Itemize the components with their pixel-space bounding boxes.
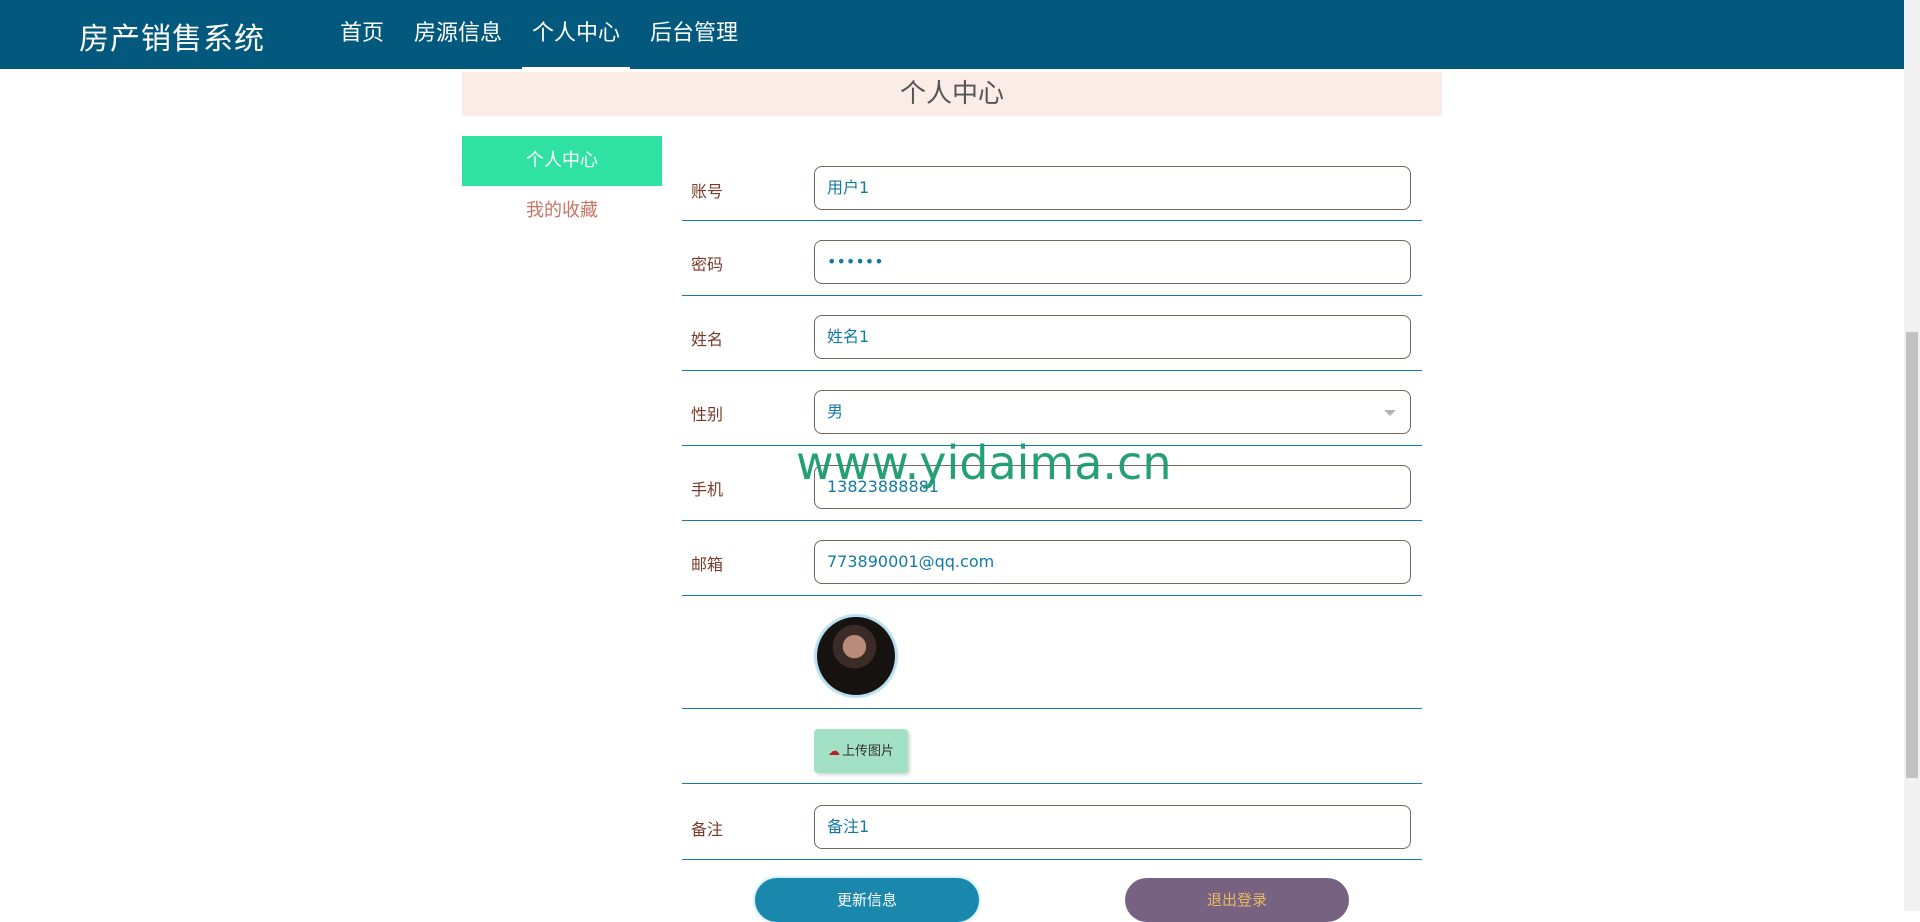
form-row-upload: ☁ 上传图片 (682, 709, 1422, 784)
email-label: 邮箱 (691, 555, 724, 574)
update-info-button[interactable]: 更新信息 (755, 878, 979, 922)
nav-admin[interactable]: 后台管理 (640, 0, 748, 69)
chevron-down-icon (1384, 410, 1396, 416)
password-input[interactable]: •••••• (814, 240, 1411, 284)
gender-label: 性别 (691, 405, 724, 424)
name-input[interactable]: 姓名1 (814, 315, 1411, 359)
cloud-upload-icon: ☁ (827, 744, 840, 758)
form-row-account: 账号 用户1 (682, 136, 1422, 221)
scrollbar-thumb[interactable] (1906, 332, 1918, 778)
password-label: 密码 (691, 255, 724, 274)
app-brand[interactable]: 房产销售系统 (79, 14, 265, 58)
email-input[interactable]: 773890001@qq.com (814, 540, 1411, 584)
form-row-name: 姓名 姓名1 (682, 296, 1422, 371)
sidebar-item-favorites[interactable]: 我的收藏 (462, 186, 662, 236)
note-label: 备注 (691, 820, 724, 839)
name-label: 姓名 (691, 330, 724, 349)
main-nav: 首页 房源信息 个人中心 后台管理 (330, 0, 758, 69)
upload-image-label: 上传图片 (841, 744, 894, 759)
form-row-email: 邮箱 773890001@qq.com (682, 521, 1422, 596)
watermark: www.yidaima.cn (796, 436, 1172, 490)
sidebar: 个人中心 我的收藏 (462, 136, 662, 236)
nav-home[interactable]: 首页 (330, 0, 394, 69)
logout-button[interactable]: 退出登录 (1125, 878, 1349, 922)
nav-listings[interactable]: 房源信息 (404, 0, 512, 69)
profile-form: 账号 用户1 密码 •••••• 姓名 姓名1 性别 男 手机 13823888… (682, 136, 1422, 860)
form-row-avatar (682, 596, 1422, 709)
nav-personal-center[interactable]: 个人中心 (522, 0, 631, 69)
account-label: 账号 (691, 182, 724, 201)
form-row-note: 备注 备注1 (682, 784, 1422, 860)
form-row-password: 密码 •••••• (682, 221, 1422, 296)
upload-image-button[interactable]: ☁ 上传图片 (814, 729, 908, 773)
note-input[interactable]: 备注1 (814, 805, 1411, 849)
account-input[interactable]: 用户1 (814, 166, 1411, 210)
avatar (814, 614, 898, 698)
form-row-gender: 性别 男 (682, 371, 1422, 446)
sidebar-item-personal-center[interactable]: 个人中心 (462, 136, 662, 186)
top-navbar: 房产销售系统 首页 房源信息 个人中心 后台管理 (0, 0, 1904, 69)
phone-label: 手机 (691, 480, 724, 499)
gender-select[interactable]: 男 (814, 390, 1411, 434)
gender-select-value: 男 (827, 402, 844, 421)
page-title: 个人中心 (462, 72, 1442, 116)
